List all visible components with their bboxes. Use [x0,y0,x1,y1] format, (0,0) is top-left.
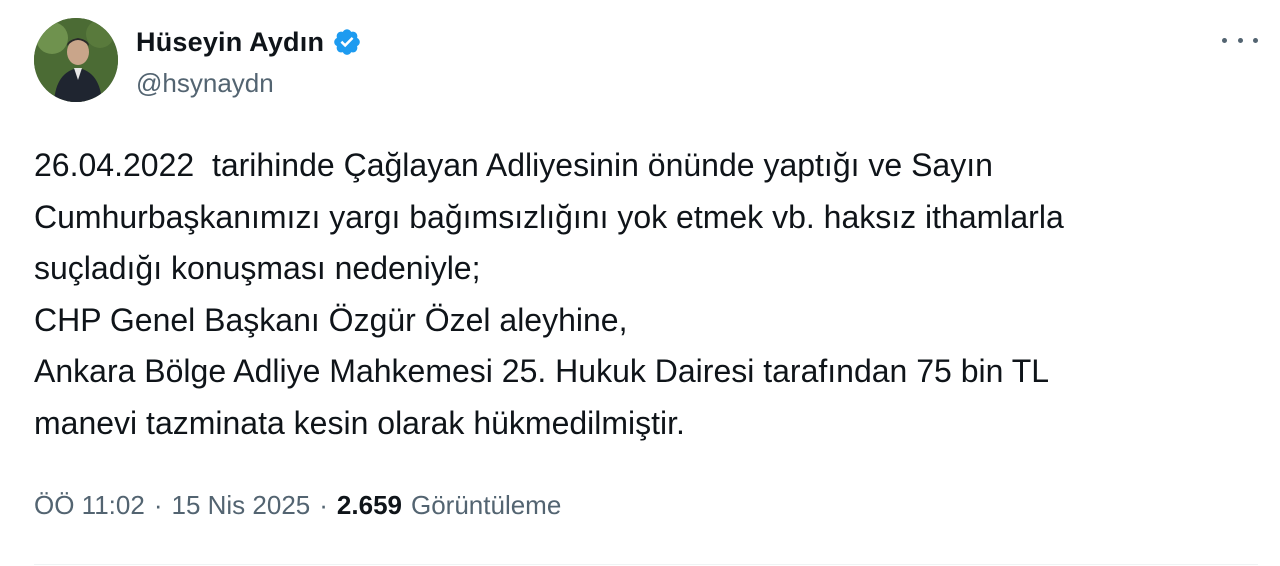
meta-separator: · [319,490,328,520]
author-name-row: Hüseyin Aydın [136,24,362,60]
tweet-text-line: Ankara Bölge Adliye Mahkemesi 25. Hukuk … [34,353,1050,389]
meta-separator: · [153,490,163,520]
more-horizontal-icon [1237,37,1243,43]
tweet-text-line: Cumhurbaşkanımızı yargı bağımsızlığını y… [34,198,1064,235]
tweet-text-line: CHP Genel Başkanı Özgür Özel aleyhine, [34,301,628,338]
more-options-button[interactable] [1222,28,1258,52]
avatar-image [34,18,118,102]
tweet-text-line: suçladığı konuşması nedeniyle; [34,250,481,286]
tweet-meta: ÖÖ 11:02 · 15 Nis 2025 · 2.659 Görüntüle… [34,490,561,521]
tweet-card: Hüseyin Aydın @hsynaydn 26.04.2022 tarih… [0,0,1280,566]
tweet-text-line: 26.04.2022 tarihinde Çağlayan Adliyesini… [34,147,993,183]
author-display-name[interactable]: Hüseyin Aydın [136,27,324,58]
more-horizontal-icon [1222,37,1227,43]
author-handle[interactable]: @hsynaydn [136,68,274,99]
divider [34,564,1258,565]
views-label[interactable]: Görüntüleme [411,490,561,521]
more-horizontal-icon [1253,37,1258,43]
tweet-time[interactable]: ÖÖ 11:02 [34,490,145,521]
verified-badge-icon[interactable] [332,27,362,57]
avatar[interactable] [34,18,118,102]
tweet-text-line: manevi tazminata kesin olarak hükmedilmi… [34,404,685,441]
tweet-date[interactable]: 15 Nis 2025 [171,490,310,521]
tweet-text: 26.04.2022 tarihinde Çağlayan Adliyesini… [34,140,1254,449]
views-count[interactable]: 2.659 [337,490,402,521]
